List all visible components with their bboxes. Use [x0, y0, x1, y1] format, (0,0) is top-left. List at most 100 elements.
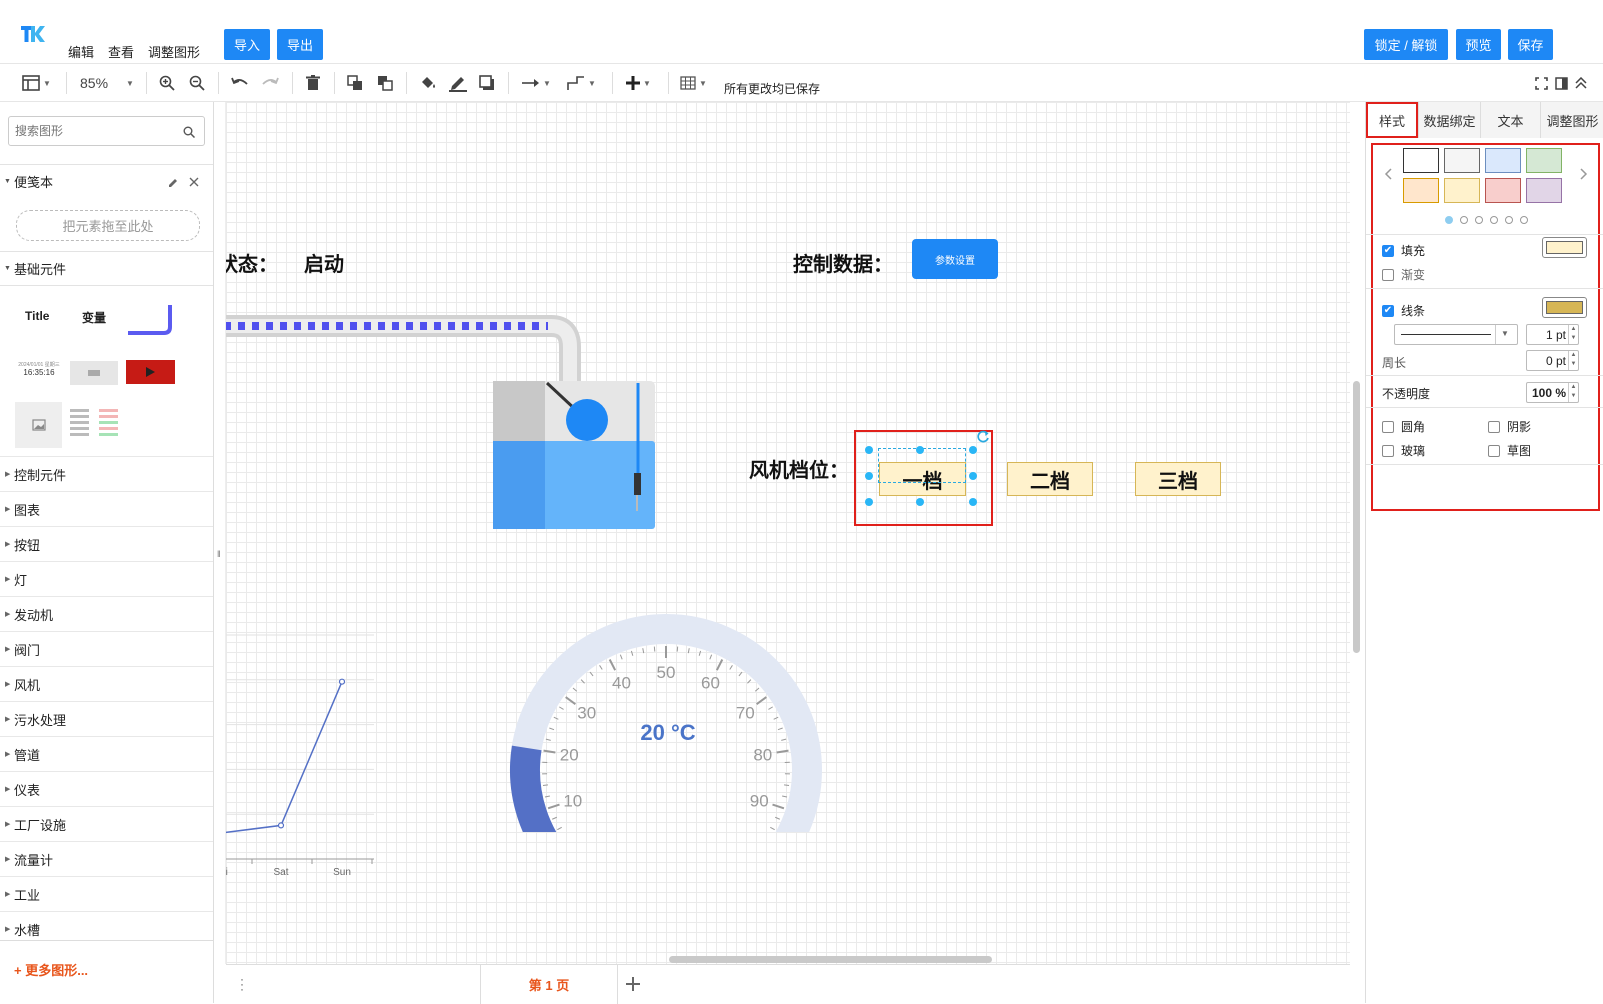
gear-2-button[interactable]: 二档 — [1007, 462, 1093, 496]
basic-elements-header[interactable]: ▼ 基础元件 — [0, 251, 214, 285]
category-controls[interactable]: ▶控制元件 — [0, 456, 214, 491]
resize-handle[interactable] — [865, 498, 873, 506]
waypoints-button[interactable]: ▼ — [567, 72, 596, 94]
style-swatch[interactable] — [1485, 178, 1521, 203]
page-dot[interactable] — [1475, 216, 1483, 224]
gradient-checkbox-row[interactable]: 渐变 — [1382, 266, 1425, 283]
resize-handle[interactable] — [865, 472, 873, 480]
vertical-scrollbar[interactable] — [1353, 381, 1360, 653]
format-panel-toggle[interactable]: ▼ — [22, 72, 51, 94]
style-swatch[interactable] — [1444, 148, 1480, 173]
video-shape[interactable] — [126, 360, 175, 384]
tab-arrange[interactable]: 调整图形 — [1540, 102, 1603, 138]
resize-handle[interactable] — [916, 446, 924, 454]
fill-checkbox-row[interactable]: ✔填充 — [1382, 242, 1425, 259]
line-color-button[interactable] — [449, 72, 467, 94]
shadow-button[interactable] — [479, 72, 495, 94]
sketch-checkbox-row[interactable]: 草图 — [1488, 442, 1531, 459]
tab-style[interactable]: 样式 — [1366, 102, 1418, 138]
image-shape[interactable] — [15, 402, 62, 448]
zoom-select[interactable]: 85% ▼ — [80, 72, 134, 94]
zoom-in-button[interactable] — [159, 72, 175, 94]
insert-button[interactable]: ▼ — [626, 72, 651, 94]
style-swatch[interactable] — [1526, 178, 1562, 203]
line-chart[interactable]: FriSatSun — [226, 627, 386, 887]
image-placeholder-shape[interactable] — [70, 361, 118, 385]
chevron-left-icon[interactable] — [1384, 168, 1392, 180]
stroke-color-picker[interactable] — [1542, 297, 1587, 318]
menu-edit[interactable]: 编辑 — [68, 42, 94, 61]
line-pattern-select[interactable]: ▼ — [1394, 324, 1518, 345]
style-swatch[interactable] — [1403, 148, 1439, 173]
resize-handle[interactable] — [969, 472, 977, 480]
style-swatch[interactable] — [1444, 178, 1480, 203]
resize-handle[interactable] — [916, 498, 924, 506]
category-industry[interactable]: ▶工业 — [0, 876, 214, 911]
import-button[interactable]: 导入 — [224, 29, 270, 60]
category-buttons[interactable]: ▶按钮 — [0, 526, 214, 561]
more-shapes-link[interactable]: + 更多图形... — [14, 960, 88, 979]
resize-handle[interactable] — [969, 446, 977, 454]
add-page-icon[interactable] — [626, 977, 640, 991]
page-menu-icon[interactable]: ··· — [240, 977, 244, 992]
variable-shape[interactable]: 变量 — [82, 309, 106, 326]
redo-button[interactable] — [261, 72, 279, 94]
stroke-checkbox[interactable]: ✔ — [1382, 305, 1394, 317]
tank-shape[interactable] — [493, 381, 655, 529]
category-charts[interactable]: ▶图表 — [0, 491, 214, 526]
fill-color-button[interactable] — [419, 72, 437, 94]
chevron-right-icon[interactable] — [1580, 168, 1588, 180]
scratchpad-drop-zone[interactable]: 把元素拖至此处 — [16, 210, 200, 241]
to-front-button[interactable] — [347, 72, 364, 94]
category-valves[interactable]: ▶阀门 — [0, 631, 214, 666]
fill-checkbox[interactable]: ✔ — [1382, 245, 1394, 257]
category-factory[interactable]: ▶工厂设施 — [0, 806, 214, 841]
temperature-gauge[interactable]: 0102030405060708090100 — [488, 592, 848, 832]
opacity-input[interactable]: 100 % ▲▼ — [1526, 382, 1579, 403]
category-pipes[interactable]: ▶管道 — [0, 736, 214, 771]
stepper-icon[interactable]: ▲▼ — [1568, 351, 1578, 370]
stepper-icon[interactable]: ▲▼ — [1568, 383, 1578, 402]
panel-toggle-button[interactable] — [1555, 72, 1568, 94]
table-button[interactable]: ▼ — [680, 72, 707, 94]
sidebar-splitter[interactable]: ‖ — [214, 102, 226, 964]
shadow-checkbox-row[interactable]: 阴影 — [1488, 418, 1531, 435]
connection-style-button[interactable]: ▼ — [522, 72, 551, 94]
edit-icon[interactable] — [168, 177, 179, 188]
export-button[interactable]: 导出 — [277, 29, 323, 60]
stroke-width-input[interactable]: 1 pt ▲▼ — [1526, 324, 1579, 345]
lock-unlock-button[interactable]: 锁定 / 解锁 — [1364, 29, 1448, 60]
stepper-icon[interactable]: ▲▼ — [1568, 325, 1578, 344]
delete-button[interactable] — [306, 72, 320, 94]
close-icon[interactable] — [189, 177, 199, 187]
resize-handle[interactable] — [865, 446, 873, 454]
preview-button[interactable]: 预览 — [1456, 29, 1501, 60]
menu-view[interactable]: 查看 — [108, 42, 134, 61]
fill-color-picker[interactable] — [1542, 237, 1587, 258]
tab-data-binding[interactable]: 数据绑定 — [1418, 102, 1480, 138]
to-back-button[interactable] — [377, 72, 394, 94]
style-swatch[interactable] — [1485, 148, 1521, 173]
style-swatch[interactable] — [1526, 148, 1562, 173]
page-dot[interactable] — [1520, 216, 1528, 224]
zoom-out-button[interactable] — [189, 72, 205, 94]
search-input[interactable] — [8, 116, 205, 146]
category-sewage[interactable]: ▶污水处理 — [0, 701, 214, 736]
shadow-checkbox[interactable] — [1488, 421, 1500, 433]
category-meters[interactable]: ▶仪表 — [0, 771, 214, 806]
save-button[interactable]: 保存 — [1508, 29, 1553, 60]
pipe-shape[interactable] — [226, 307, 596, 382]
clock-shape[interactable]: 2024/01/01 星期三 16:35:16 — [16, 362, 62, 376]
perimeter-input[interactable]: 0 pt ▲▼ — [1526, 350, 1579, 371]
collapse-button[interactable] — [1575, 72, 1587, 94]
scratchpad-header[interactable]: ▼ 便笺本 — [0, 164, 214, 198]
horizontal-scrollbar[interactable] — [669, 956, 992, 963]
stroke-checkbox-row[interactable]: ✔线条 — [1382, 302, 1425, 319]
resize-handle[interactable] — [969, 498, 977, 506]
undo-button[interactable] — [231, 72, 249, 94]
glass-checkbox[interactable] — [1382, 445, 1394, 457]
category-flowmeters[interactable]: ▶流量计 — [0, 841, 214, 876]
page-dot-active[interactable] — [1445, 216, 1453, 224]
pipe-elbow-shape[interactable] — [126, 303, 176, 337]
parameter-settings-button[interactable]: 参数设置 — [912, 239, 998, 279]
